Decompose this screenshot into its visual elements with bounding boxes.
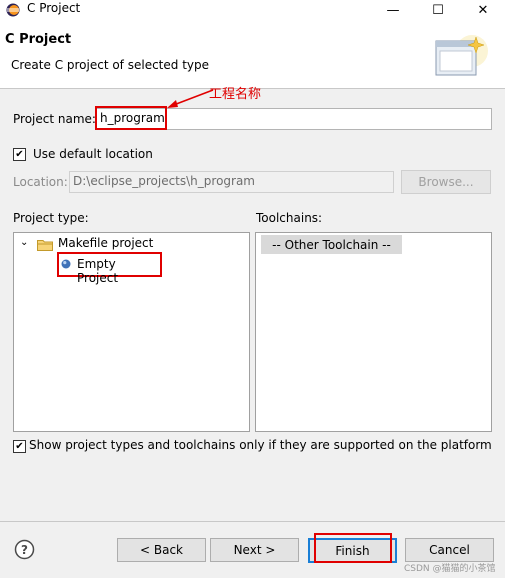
back-button[interactable]: < Back [117,538,206,562]
annotation-arrow-icon [167,89,214,108]
project-bullet-icon [61,259,71,269]
maximize-icon: ☐ [432,2,444,18]
toolchains-label: Toolchains: [256,211,323,225]
browse-button[interactable]: Browse... [401,170,491,194]
window-title: C Project [27,1,81,15]
location-field[interactable]: D:\eclipse_projects\h_program [69,171,394,193]
finish-highlight [314,533,392,563]
tree-item-empty-project-label: Empty Project [77,257,119,285]
close-icon: ✕ [477,2,489,18]
new-project-wizard-icon [435,35,488,76]
watermark-text: CSDN @猫猫的小茶馆 [404,564,496,574]
chevron-down-icon[interactable]: ⌄ [20,237,28,248]
next-button[interactable]: Next > [210,538,299,562]
minimize-button[interactable]: — [376,0,410,20]
tree-item-makefile-project[interactable]: Makefile project [58,236,153,250]
maximize-button[interactable]: ☐ [421,0,455,20]
close-button[interactable]: ✕ [466,0,500,20]
eclipse-app-icon [6,3,20,17]
location-label: Location: [13,175,68,189]
title-bar: C Project — ☐ ✕ [0,0,505,20]
location-value: D:\eclipse_projects\h_program [73,174,255,188]
wizard-header: C Project Create C project of selected t… [0,20,505,89]
show-supported-label: Show project types and toolchains only i… [29,438,492,452]
project-name-highlight [95,106,167,130]
question-circle-icon[interactable]: ? [14,539,35,560]
cancel-button[interactable]: Cancel [405,538,494,562]
project-name-label: Project name: [13,112,96,126]
footer-separator [0,521,505,522]
browse-button-label: Browse... [418,175,474,189]
toolchain-item-other[interactable]: -- Other Toolchain -- [261,235,402,254]
annotation-label: 工程名称 [209,87,262,102]
project-type-label: Project type: [13,211,89,225]
toolchains-list[interactable] [255,232,492,432]
wizard-description: Create C project of selected type [11,58,209,72]
folder-icon [37,240,53,251]
cancel-button-label: Cancel [429,543,470,557]
use-default-location-label: Use default location [33,147,153,161]
toolchain-item-label: -- Other Toolchain -- [272,237,391,252]
show-supported-checkbox[interactable]: ✔ [13,440,26,453]
tree-item-empty-project[interactable]: Empty Project [57,252,162,285]
next-button-label: Next > [233,543,276,557]
use-default-location-checkbox[interactable]: ✔ [13,148,26,161]
svg-text:?: ? [21,543,28,557]
minimize-icon: — [386,2,400,18]
back-button-label: < Back [139,543,183,557]
wizard-title: C Project [5,32,72,47]
